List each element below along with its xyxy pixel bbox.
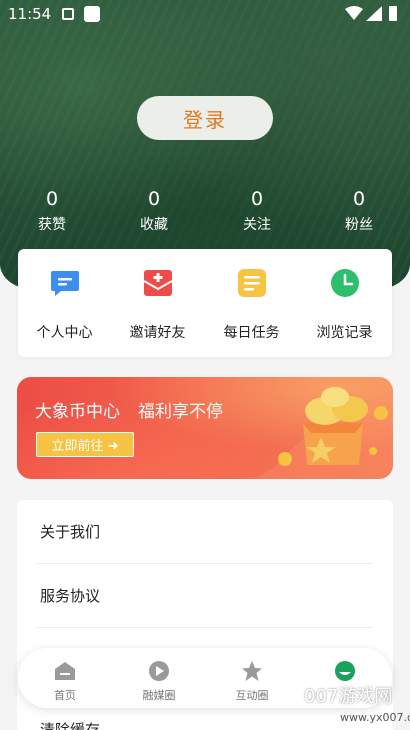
banner-title: 大象币中心 <box>35 402 120 422</box>
profile-header-background <box>0 0 410 290</box>
tab-label: 首页 <box>54 689 76 702</box>
menu-item-label: 服务协议 <box>40 587 101 605</box>
message-icon <box>51 271 79 296</box>
watermark-url: www.yx007.com <box>340 711 410 724</box>
clock-icon <box>331 269 359 297</box>
stat-value: 0 <box>352 188 366 210</box>
play-icon <box>149 661 169 681</box>
shortcut-label: 每日任务 <box>223 325 280 341</box>
banner-subtitle: 福利享不停 <box>138 402 223 422</box>
tab-home[interactable]: 首页 <box>18 648 112 708</box>
stat-value: 0 <box>45 188 59 210</box>
stat-label: 关注 <box>243 217 271 233</box>
battery-icon <box>389 6 397 21</box>
stat-following[interactable]: 0 关注 <box>217 188 297 234</box>
menu-item-about-us[interactable]: 关于我们 <box>17 500 393 564</box>
login-button[interactable]: 登录 <box>137 96 273 140</box>
menu-item-label: 清除缓存 <box>40 721 101 730</box>
status-bar: 11:54 <box>0 0 410 28</box>
menu-item-label: 关于我们 <box>40 523 101 541</box>
go-now-button[interactable]: 立即前往 ➜ <box>36 432 134 457</box>
stat-fans[interactable]: 0 粉丝 <box>319 188 399 234</box>
stat-label: 获赞 <box>38 217 66 233</box>
profile-icon <box>335 661 355 681</box>
tab-interaction-circle[interactable]: 互动圈 <box>205 648 299 708</box>
home-icon <box>55 662 75 680</box>
shortcut-label: 邀请好友 <box>129 325 186 341</box>
stat-value: 0 <box>250 188 264 210</box>
shortcut-daily-tasks[interactable]: 每日任务 <box>205 249 298 357</box>
status-time: 11:54 <box>8 5 52 23</box>
app-notification-icon <box>84 6 100 22</box>
stat-label: 粉丝 <box>345 217 373 233</box>
tab-media-circle[interactable]: 融媒圈 <box>112 648 206 708</box>
stat-favorites[interactable]: 0 收藏 <box>114 188 194 234</box>
stat-likes[interactable]: 0 获赞 <box>12 188 92 234</box>
site-watermark: 007游戏网 www.yx007.com <box>300 680 410 730</box>
stat-value: 0 <box>147 188 161 210</box>
star-icon <box>242 661 262 681</box>
menu-item-service-agreement[interactable]: 服务协议 <box>17 564 393 628</box>
task-list-icon <box>238 269 266 297</box>
shortcut-label: 浏览记录 <box>316 325 373 341</box>
notification-icon <box>62 8 74 20</box>
treasure-box-illustration <box>255 387 393 479</box>
stat-label: 收藏 <box>140 217 168 233</box>
user-stats: 0 获赞 0 收藏 0 关注 0 粉丝 <box>0 188 410 238</box>
tab-label: 融媒圈 <box>142 689 176 702</box>
shortcut-invite-friends[interactable]: 邀请好友 <box>111 249 204 357</box>
gift-icon <box>143 270 173 296</box>
watermark-text: 007游戏网 <box>304 686 393 707</box>
shortcut-browse-history[interactable]: 浏览记录 <box>298 249 391 357</box>
shortcut-personal-center[interactable]: 个人中心 <box>18 249 111 357</box>
tab-label: 互动圈 <box>235 689 269 702</box>
shortcut-card: 个人中心 邀请好友 每日任务 浏览记录 <box>18 249 392 357</box>
signal-icon <box>366 6 382 21</box>
shortcut-label: 个人中心 <box>36 325 93 341</box>
wifi-icon <box>345 6 363 20</box>
coin-center-banner[interactable]: 大象币中心 福利享不停 立即前往 ➜ <box>17 377 393 479</box>
